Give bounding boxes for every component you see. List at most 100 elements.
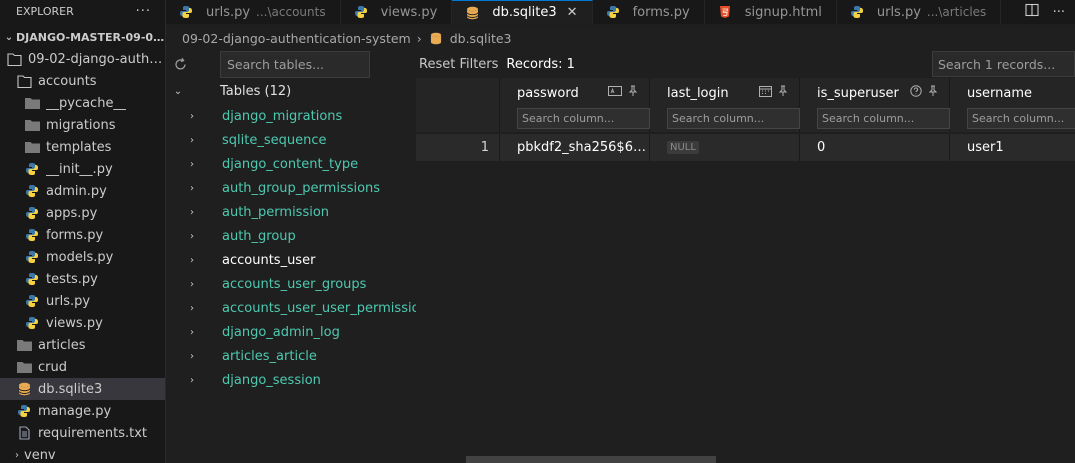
table-item-accounts-user-user-permissions[interactable]: › accounts_user_user_permissions <box>166 296 435 320</box>
table-item-accounts-user-groups[interactable]: › accounts_user_groups <box>166 272 416 296</box>
tab-label: urls.py <box>876 4 921 20</box>
tree-file-admin[interactable]: admin.py <box>0 180 165 202</box>
column-search-input[interactable] <box>967 108 1075 129</box>
chevron-right-icon: › <box>190 278 194 290</box>
tab-views[interactable]: views.py <box>341 0 453 24</box>
tables-heading: Tables (12) <box>220 83 292 99</box>
vscode-window: EXPLORER ··· ⌄ DJANGO-MASTER-09-02-... 0… <box>0 0 1075 463</box>
tree-file-requirements[interactable]: requirements.txt <box>0 422 165 444</box>
pin-icon[interactable] <box>927 85 939 101</box>
tree-file-db-sqlite3[interactable]: db.sqlite3 <box>0 378 165 400</box>
reset-filters-button[interactable]: Reset Filters <box>419 57 498 72</box>
table-item-django-admin-log[interactable]: › django_admin_log <box>166 320 416 344</box>
tree-file-forms[interactable]: forms.py <box>0 224 165 246</box>
search-records-input[interactable] <box>932 51 1075 77</box>
column-icons <box>759 85 789 101</box>
folder-icon <box>24 139 40 155</box>
grid-header-row: password last_login is_s <box>416 78 1075 132</box>
cell-last-login[interactable]: NULL <box>650 134 800 161</box>
breadcrumb-file[interactable]: db.sqlite3 <box>450 31 512 46</box>
split-editor-icon[interactable] <box>1025 3 1039 21</box>
python-file-icon <box>24 205 40 221</box>
column-search-input[interactable] <box>517 108 650 129</box>
horizontal-scrollbar[interactable] <box>466 456 716 463</box>
python-file-icon <box>24 183 40 199</box>
tree-folder-migrations[interactable]: migrations <box>0 114 165 136</box>
chevron-right-icon: › <box>190 206 194 218</box>
row-number: 1 <box>416 134 500 161</box>
breadcrumb: 09-02-django-authentication-system › db.… <box>166 27 1075 49</box>
cell-username[interactable]: user1 <box>950 134 1075 161</box>
table-item-auth-group[interactable]: › auth_group <box>166 224 416 248</box>
tables-group-header[interactable]: ⌄ Tables (12) <box>166 80 416 102</box>
text-type-icon <box>608 85 622 101</box>
table-item-auth-permission[interactable]: › auth_permission <box>166 200 416 224</box>
folder-icon <box>24 95 40 111</box>
records-toolbar: Reset Filters Records: 1 <box>416 50 1075 78</box>
search-tables-input[interactable] <box>220 51 370 78</box>
tree-folder-crud[interactable]: crud <box>0 356 165 378</box>
table-item-django-session[interactable]: › django_session <box>166 368 416 392</box>
table-item-sqlite-sequence[interactable]: › sqlite_sequence <box>166 128 416 152</box>
tree-folder-accounts[interactable]: accounts <box>0 70 165 92</box>
tree-folder-templates[interactable]: templates <box>0 136 165 158</box>
chevron-right-icon: › <box>190 110 194 122</box>
tab-urls-articles[interactable]: urls.py ...\articles <box>837 0 1002 24</box>
text-file-icon <box>16 425 32 441</box>
column-search-input[interactable] <box>667 108 800 129</box>
tab-label: forms.py <box>632 4 690 20</box>
tree-file-tests[interactable]: tests.py <box>0 268 165 290</box>
tree-file-urls[interactable]: urls.py <box>0 290 165 312</box>
column-search-input[interactable] <box>817 108 950 129</box>
close-icon[interactable]: ✕ <box>567 5 578 20</box>
folder-icon <box>16 359 32 375</box>
more-actions-icon[interactable]: ··· <box>1053 5 1065 20</box>
cell-is-superuser[interactable]: 0 <box>800 134 950 161</box>
table-item-django-content-type[interactable]: › django_content_type <box>166 152 416 176</box>
table-item-accounts-user[interactable]: › accounts_user <box>166 248 416 272</box>
tree-file-views[interactable]: views.py <box>0 312 165 334</box>
more-actions-icon[interactable]: ··· <box>136 4 151 19</box>
column-header-username[interactable]: username <box>950 78 1075 132</box>
column-icons <box>910 85 939 101</box>
column-header-last-login[interactable]: last_login <box>650 78 800 132</box>
column-header-password[interactable]: password <box>500 78 650 132</box>
records-panel: Reset Filters Records: 1 password last_l… <box>416 50 1075 463</box>
table-item-django-migrations[interactable]: › django_migrations <box>166 104 416 128</box>
tab-forms[interactable]: forms.py <box>593 0 705 24</box>
tree-folder-venv[interactable]: › venv <box>0 444 165 463</box>
chevron-right-icon: › <box>190 134 194 146</box>
cell-password[interactable]: pbkdf2_sha256$6000... <box>500 134 650 161</box>
records-count: Records: 1 <box>506 56 575 72</box>
folder-open-icon <box>6 51 22 67</box>
refresh-icon[interactable] <box>168 52 192 76</box>
pin-icon[interactable] <box>627 85 639 101</box>
accounts-children: __pycache__ migrations templates __init_… <box>0 92 165 334</box>
tree-folder-pycache[interactable]: __pycache__ <box>0 92 165 114</box>
tree-file-init[interactable]: __init__.py <box>0 158 165 180</box>
tab-spacer <box>1001 0 1024 24</box>
tab-urls-accounts[interactable]: urls.py ...\accounts <box>166 0 341 24</box>
tree-file-models[interactable]: models.py <box>0 246 165 268</box>
tab-signup-html[interactable]: signup.html <box>705 0 837 24</box>
tree-file-manage[interactable]: manage.py <box>0 400 165 422</box>
help-circle-icon <box>910 85 922 101</box>
chevron-down-icon: ⌄ <box>4 31 14 43</box>
tree-file-apps[interactable]: apps.py <box>0 202 165 224</box>
column-header-is-superuser[interactable]: is_superuser <box>800 78 950 132</box>
database-icon <box>428 30 444 46</box>
tree-folder-project[interactable]: 09-02-django-authen... <box>0 48 165 70</box>
table-item-articles-article[interactable]: › articles_article <box>166 344 416 368</box>
table-item-auth-group-permissions[interactable]: › auth_group_permissions <box>166 176 416 200</box>
tab-db-sqlite3[interactable]: db.sqlite3 ✕ <box>452 0 593 24</box>
records-grid: password last_login is_s <box>416 78 1075 161</box>
tab-description: ...\accounts <box>256 5 326 19</box>
breadcrumb-folder[interactable]: 09-02-django-authentication-system <box>182 31 411 46</box>
html-file-icon <box>717 4 733 20</box>
tree-folder-articles[interactable]: articles <box>0 334 165 356</box>
table-list: › django_migrations › sqlite_sequence › dja… <box>166 104 435 392</box>
workspace-root[interactable]: ⌄ DJANGO-MASTER-09-02-... <box>0 26 165 48</box>
pin-icon[interactable] <box>777 85 789 101</box>
row-number-header <box>416 78 500 132</box>
table-row[interactable]: 1 pbkdf2_sha256$6000... NULL 0 user1 <box>416 134 1075 161</box>
